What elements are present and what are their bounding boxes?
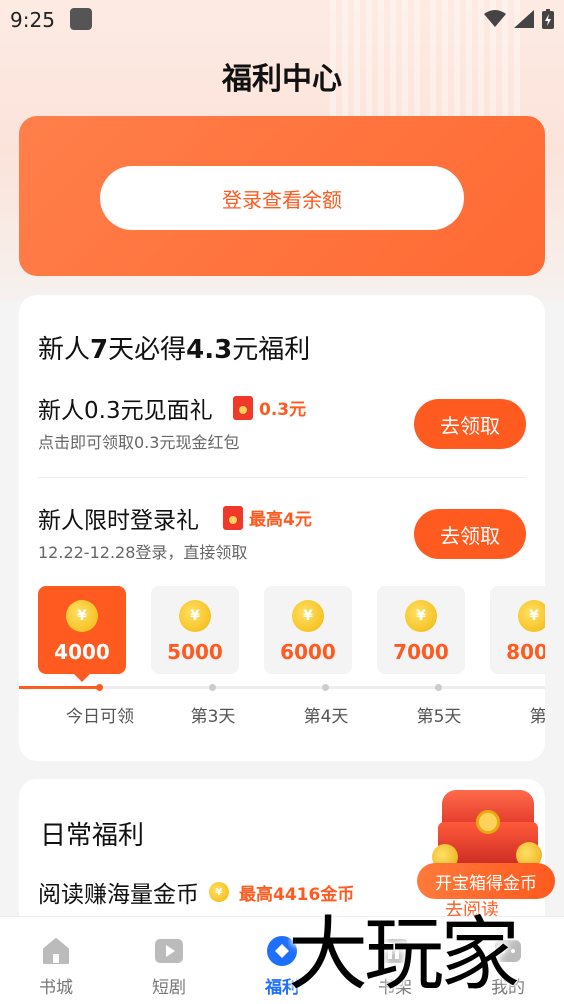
task-description: 点击即可领取0.3元现金红包 (38, 433, 240, 452)
claim-button[interactable]: 去领取 (414, 509, 526, 559)
wifi-icon (484, 10, 506, 27)
day-label: 今日可领 (66, 707, 134, 727)
reading-task-title: 阅读赚海量金币 (38, 882, 199, 908)
day-label: 第3天 (190, 707, 236, 727)
day-reward-amount: 7000 (393, 640, 449, 664)
progress-dot (322, 684, 329, 691)
chest-lock (476, 810, 500, 834)
nav-label: 书城 (39, 978, 73, 998)
notification-icon (70, 8, 92, 30)
claim-button[interactable]: 去领取 (414, 399, 526, 449)
coin-icon: ¥ (518, 600, 545, 632)
progress-dot (435, 684, 442, 691)
day-reward-box[interactable]: ¥ 8000 (490, 586, 545, 674)
nav-item-bookstore[interactable]: 书城 (0, 917, 112, 1004)
day-label: 第6天 (529, 707, 545, 727)
newcomer-title-text: 元福利 (232, 335, 311, 365)
coin-icon: ¥ (405, 600, 437, 632)
task-badge: 最高4元 (223, 505, 312, 530)
newcomer-title-text: 天必得 (108, 335, 187, 365)
newcomer-title-days: 7 (90, 335, 109, 365)
coin-icon: ¥ (66, 600, 98, 632)
status-icons (484, 9, 554, 29)
day-label: 第4天 (303, 707, 349, 727)
reading-task-row[interactable]: 阅读赚海量金币 ¥ 最高4416金币 (38, 875, 354, 909)
coin-icon: ¥ (179, 600, 211, 632)
task-title: 新人0.3元见面礼 (38, 398, 213, 424)
signal-icon (514, 10, 534, 28)
progress-dot (96, 684, 103, 691)
newcomer-benefits-card: 新人7天必得4.3元福利 新人0.3元见面礼 0.3元 点击即可领取0.3元现金… (19, 295, 545, 761)
open-chest-button[interactable]: 开宝箱得金币 (417, 863, 555, 899)
task-description: 12.22-12.28登录，直接领取 (38, 543, 248, 562)
status-bar: 9:25 (0, 0, 564, 40)
status-time: 9:25 (10, 8, 55, 32)
day-reward-box[interactable]: ¥ 6000 (264, 586, 352, 674)
task-title: 新人限时登录礼 (38, 508, 199, 534)
battery-icon (542, 9, 554, 29)
day-reward-amount: 5000 (167, 640, 223, 664)
divider (38, 477, 526, 478)
balance-card: 登录查看余额 (19, 116, 545, 276)
nav-label: 短剧 (152, 978, 186, 998)
newcomer-title: 新人7天必得4.3元福利 (38, 329, 310, 366)
newcomer-title-amount: 4.3 (186, 335, 233, 365)
task-row-login-gift: 新人限时登录礼 最高4元 12.22-12.28登录，直接领取 去领取 (19, 501, 545, 567)
watermark: 大玩家 (288, 908, 520, 1001)
task-row-welcome-gift: 新人0.3元见面礼 0.3元 点击即可领取0.3元现金红包 去领取 (19, 391, 545, 457)
day-label: 第5天 (416, 707, 462, 727)
day-reward-box[interactable]: ¥ 7000 (377, 586, 465, 674)
progress-dot (209, 684, 216, 691)
nav-item-short-drama[interactable]: 短剧 (113, 917, 225, 1004)
coin-icon: ¥ (209, 882, 229, 902)
newcomer-title-text: 新人 (38, 335, 91, 365)
daily-reward-track: ¥ 4000 ¥ 5000 ¥ 6000 ¥ 7000 ¥ 8000 今日可领 … (19, 586, 545, 736)
reading-task-badge: 最高4416金币 (239, 884, 355, 905)
play-icon (155, 939, 183, 963)
coin-icon: ¥ (292, 600, 324, 632)
day-reward-box[interactable]: ¥ 4000 (38, 586, 126, 682)
progress-fill (19, 686, 100, 689)
home-icon (43, 938, 69, 964)
red-packet-icon (233, 395, 253, 420)
day-reward-amount: 4000 (54, 640, 110, 664)
red-packet-icon (223, 505, 243, 530)
task-badge: 0.3元 (233, 395, 306, 420)
page-title: 福利中心 (222, 62, 342, 97)
task-badge-text: 最高4元 (249, 510, 312, 530)
daily-title: 日常福利 (40, 821, 145, 851)
day-reward-box[interactable]: ¥ 5000 (151, 586, 239, 674)
day-reward-amount: 8000 (506, 640, 545, 664)
day-reward-amount: 6000 (280, 640, 336, 664)
task-badge-text: 0.3元 (259, 400, 307, 420)
login-view-balance-button[interactable]: 登录查看余额 (100, 166, 464, 230)
